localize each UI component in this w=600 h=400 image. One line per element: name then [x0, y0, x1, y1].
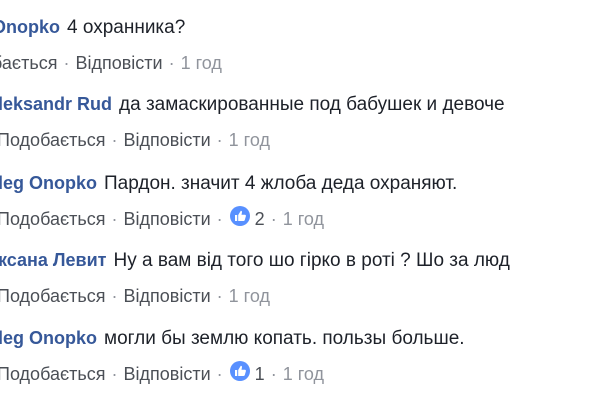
like-reaction-icon[interactable] — [229, 360, 251, 388]
comment-actions: Подобається · Відповісти · 2 · 1 год — [0, 205, 324, 233]
reaction-count[interactable]: 1 — [255, 364, 265, 384]
reply-button[interactable]: Відповісти — [75, 53, 162, 73]
comment-body: leg Onopko Пардон. значит 4 жлоба деда ох… — [0, 170, 457, 196]
comment-text: Ну а вам від того шо гірко в роті ? Шо з… — [113, 250, 510, 271]
separator: · — [216, 209, 223, 229]
separator: · — [216, 130, 223, 150]
reaction-count[interactable]: 2 — [255, 209, 265, 229]
separator: · — [111, 286, 118, 306]
separator: · — [216, 286, 223, 306]
reply-button[interactable]: Відповісти — [124, 209, 211, 229]
comment-author[interactable]: leksandr Rud — [0, 94, 112, 114]
comment-body: Onopko 4 охранника? — [0, 14, 185, 40]
comment-timestamp[interactable]: 1 год — [229, 286, 270, 306]
comment-author[interactable]: ксана Левит — [0, 250, 106, 270]
like-button[interactable]: Подобається — [0, 209, 106, 229]
separator: · — [63, 53, 70, 73]
comment-author[interactable]: leg Onopko — [0, 173, 97, 193]
like-reaction-icon[interactable] — [229, 205, 251, 233]
like-button[interactable]: Подобається — [0, 286, 106, 306]
comment-actions: Подобається · Відповісти · 1 · 1 год — [0, 360, 324, 388]
separator: · — [168, 53, 175, 73]
comment-author[interactable]: leg Onopko — [0, 328, 97, 348]
reply-button[interactable]: Відповісти — [124, 130, 211, 150]
like-button[interactable]: бається — [0, 53, 57, 73]
comment-actions: Подобається · Відповісти · 1 год — [0, 128, 270, 152]
comment-timestamp[interactable]: 1 год — [229, 130, 270, 150]
comment-timestamp[interactable]: 1 год — [181, 53, 222, 73]
comment-text: могли бы землю копать. пользы больше. — [104, 328, 465, 349]
comment-body: leg Onopko могли бы землю копать. пользы … — [0, 325, 465, 351]
comment-text: 4 охранника? — [67, 17, 186, 38]
reply-button[interactable]: Відповісти — [124, 286, 211, 306]
comment-actions: бається·Відповісти·1 год — [0, 51, 222, 75]
comment-body: leksandr Rud да замаскированные под бабуш… — [0, 91, 505, 117]
separator: · — [111, 209, 118, 229]
comment-timestamp[interactable]: 1 год — [283, 364, 324, 384]
comment-list: Onopko4 охранника? бається·Відповісти·1 … — [0, 0, 600, 400]
comment-text: да замаскированные под бабушек и девоче — [119, 94, 505, 115]
separator: · — [270, 364, 277, 384]
reply-button[interactable]: Відповісти — [124, 364, 211, 384]
comment-author[interactable]: Onopko — [0, 17, 60, 37]
like-button[interactable]: Подобається — [0, 130, 106, 150]
separator: · — [270, 209, 277, 229]
comment-body: ксана Левит Ну а вам від того шо гірко в … — [0, 247, 510, 273]
separator: · — [111, 130, 118, 150]
comment-actions: Подобається · Відповісти · 1 год — [0, 284, 270, 308]
separator: · — [111, 364, 118, 384]
separator: · — [216, 364, 223, 384]
comment-timestamp[interactable]: 1 год — [283, 209, 324, 229]
like-button[interactable]: Подобається — [0, 364, 106, 384]
comment-text: Пардон. значит 4 жлоба деда охраняют. — [104, 173, 458, 194]
